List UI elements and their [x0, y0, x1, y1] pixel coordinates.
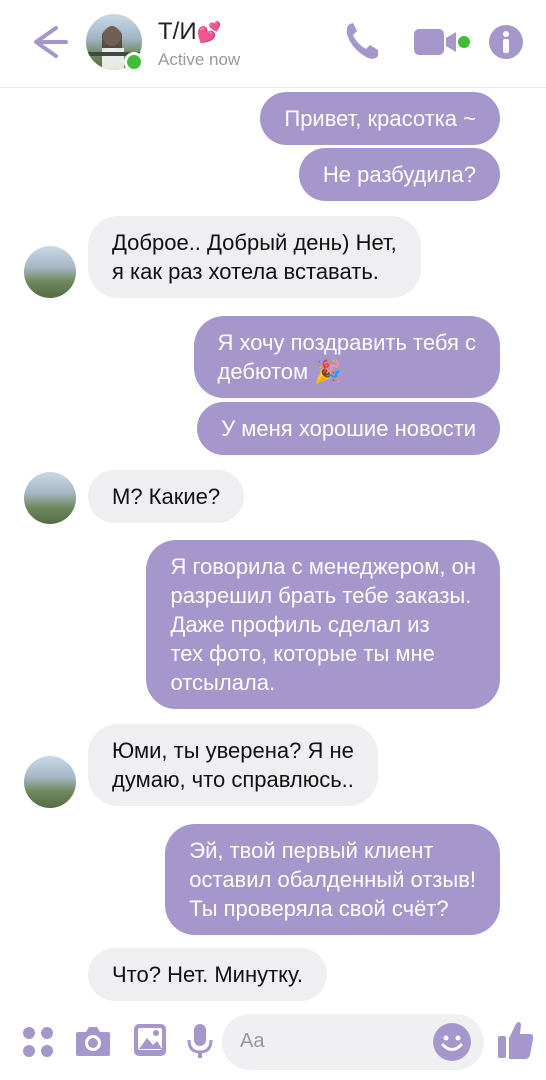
message-text: я как раз хотела вставать.: [112, 259, 379, 284]
sender-avatar: [24, 472, 76, 524]
message-bubble-incoming[interactable]: Юми, ты уверена? Я не думаю, что справлю…: [88, 724, 378, 806]
message-text: Я говорила с менеджером, он: [170, 554, 476, 579]
info-icon: [489, 25, 523, 59]
voice-message-button[interactable]: [186, 1022, 214, 1065]
message-text: М? Какие?: [112, 484, 221, 509]
message-bubble-incoming[interactable]: М? Какие?: [88, 470, 245, 523]
message-bubble-outgoing[interactable]: Эй, твой первый клиент оставил обалденны…: [165, 824, 500, 935]
thumbs-up-icon: [498, 1022, 534, 1059]
message-text: Эй, твой первый клиент: [189, 838, 434, 863]
message-bubble-outgoing[interactable]: Я хочу поздравить тебя с дебютом 🎉: [193, 316, 500, 398]
message-text: разрешил брать тебе заказы.: [170, 583, 472, 608]
camera-button[interactable]: [74, 1024, 112, 1063]
message-text: дебютом 🎉: [217, 359, 342, 384]
message-text: Доброе.. Добрый день) Нет,: [112, 230, 397, 255]
contact-name: Т/И💕: [158, 18, 221, 46]
back-button[interactable]: [26, 22, 70, 62]
message-text: У меня хорошие новости: [221, 416, 476, 441]
gallery-button[interactable]: [132, 1022, 168, 1063]
contact-name-text: Т/И: [158, 18, 197, 45]
video-call-button[interactable]: [412, 26, 474, 63]
message-bubble-outgoing[interactable]: У меня хорошие новости: [197, 402, 500, 455]
like-button[interactable]: [496, 1018, 536, 1067]
contact-avatar[interactable]: [86, 14, 144, 72]
message-bubble-incoming[interactable]: Что? Нет. Минутку.: [88, 948, 327, 1001]
image-icon: [134, 1024, 166, 1056]
apps-icon: [23, 1027, 53, 1057]
message-input[interactable]: [240, 1030, 420, 1053]
microphone-icon: [187, 1024, 213, 1058]
message-text: тех фото, которые ты мне: [170, 641, 435, 666]
message-text: Ты проверяла свой счёт?: [189, 896, 449, 921]
info-button[interactable]: [488, 24, 524, 65]
back-arrow-icon: [34, 26, 68, 58]
emoji-button[interactable]: [432, 1022, 472, 1067]
message-bubble-outgoing[interactable]: Я говорила с менеджером, он разрешил бра…: [146, 540, 500, 709]
message-text: Не разбудила?: [322, 162, 476, 187]
sender-avatar: [24, 246, 76, 298]
message-text: оставил обалденный отзыв!: [189, 867, 476, 892]
message-text: Что? Нет. Минутку.: [112, 962, 303, 987]
message-text: отсылала.: [170, 670, 276, 695]
message-text: Даже профиль сделал из: [170, 612, 430, 637]
message-text: Юми, ты уверена? Я не: [112, 738, 354, 763]
apps-button[interactable]: [20, 1024, 56, 1065]
message-input-container[interactable]: [222, 1014, 484, 1070]
chat-header: Т/И💕 Active now: [0, 0, 546, 88]
video-icon: [414, 29, 470, 55]
phone-icon: [346, 23, 378, 59]
contact-status: Active now: [158, 50, 241, 69]
message-bubble-incoming[interactable]: Доброе.. Добрый день) Нет, я как раз хот…: [88, 216, 421, 298]
emoji-icon: [433, 1023, 471, 1061]
message-text: Привет, красотка ~: [284, 106, 476, 131]
sender-avatar: [24, 756, 76, 808]
message-bubble-outgoing[interactable]: Не разбудила?: [298, 148, 500, 201]
online-indicator: [124, 52, 144, 72]
message-text: Я хочу поздравить тебя с: [217, 330, 476, 355]
camera-icon: [76, 1027, 110, 1056]
message-text: думаю, что справлюсь..: [112, 767, 354, 792]
call-button[interactable]: [342, 20, 382, 67]
heart-emoji: 💕: [196, 22, 222, 44]
message-bubble-outgoing[interactable]: Привет, красотка ~: [260, 92, 500, 145]
